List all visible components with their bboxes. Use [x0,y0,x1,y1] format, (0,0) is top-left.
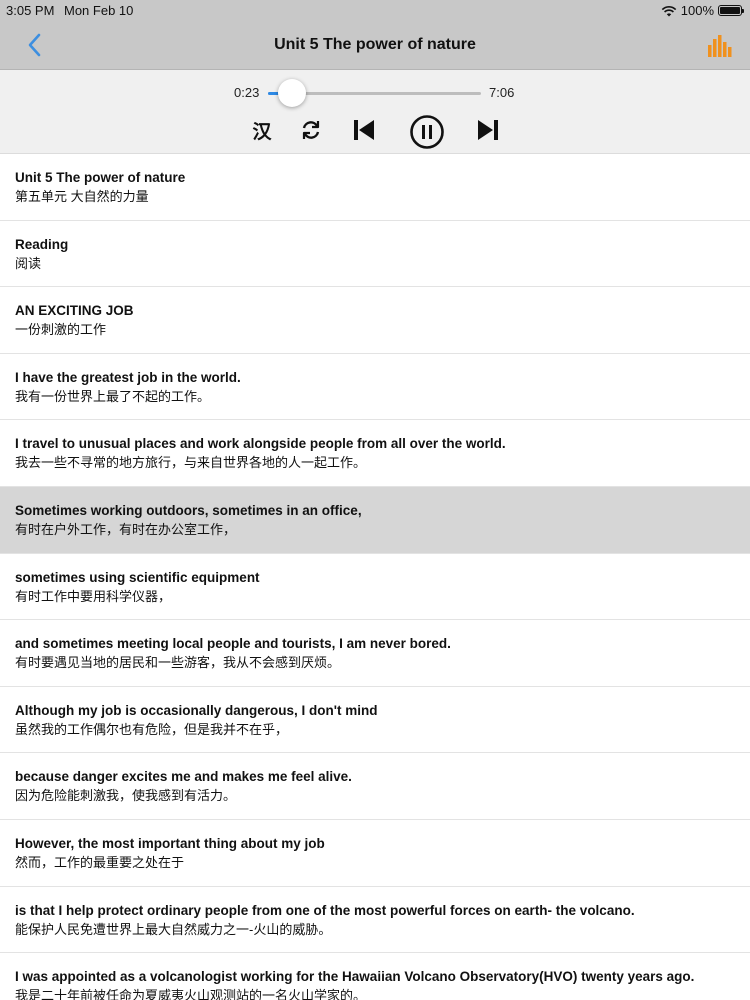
sentence-row[interactable]: I have the greatest job in the world. 我有一… [0,354,750,421]
sentence-row[interactable]: However, the most important thing about … [0,820,750,887]
sentence-row[interactable]: and sometimes meeting local people and t… [0,620,750,687]
previous-track-icon[interactable] [350,116,378,144]
battery-icon [718,5,744,16]
pause-icon[interactable] [409,114,445,150]
status-right: 100% [661,3,744,18]
progress-thumb[interactable] [277,79,306,107]
sentence-chinese: 阅读 [15,255,42,271]
sentence-chinese: 我是二十年前被任命为夏威夷火山观测站的一名火山学家的。 [15,988,367,1000]
sentence-english: sometimes using scientific equipment [15,569,260,585]
battery-percent: 100% [680,3,714,18]
status-time: 3:05 PM [6,3,55,18]
sentence-english: because danger excites me and makes me f… [15,769,352,785]
sentence-chinese: 虽然我的工作偶尔也有危险，但是我并不在乎， [15,721,289,737]
status-date: Mon Feb 10 [64,3,134,18]
chinese-toggle-button[interactable]: 汉 [248,116,276,144]
navigation-bar: Unit 5 The power of nature [0,22,750,70]
sentence-row[interactable]: Unit 5 The power of nature 第五单元 大自然的力量 [0,154,750,221]
sentence-english: I have the greatest job in the world. [15,369,241,385]
sentence-english: and sometimes meeting local people and t… [15,636,451,652]
sentence-english: I was appointed as a volcanologist worki… [15,969,695,985]
sentence-row[interactable]: AN EXCITING JOB 一份刺激的工作 [0,287,750,354]
page-title: Unit 5 The power of nature [274,36,476,53]
sentence-row[interactable]: I travel to unusual places and work alon… [0,420,750,487]
sentence-english: I travel to unusual places and work alon… [15,436,506,452]
sentence-chinese: 我去一些不寻常的地方旅行，与来自世界各地的人一起工作。 [15,455,367,471]
sentence-row[interactable]: Although my job is occasionally dangerou… [0,687,750,754]
sentence-english: Reading [15,236,69,252]
sentence-chinese: 我有一份世界上最了不起的工作。 [15,388,211,404]
sentence-list: Unit 5 The power of nature 第五单元 大自然的力量 Rea… [0,154,750,1000]
bar-chart-icon[interactable] [708,35,732,57]
next-track-icon[interactable] [474,116,502,144]
sentence-chinese: 有时在户外工作，有时在办公室工作， [15,521,237,537]
audio-player: 0:23 7:06 汉 [0,70,750,154]
sentence-row[interactable]: sometimes using scientific equipment 有时工作… [0,554,750,621]
sentence-chinese: 有时工作中要用科学仪器， [15,588,172,604]
repeat-icon[interactable] [298,116,324,144]
sentence-row[interactable]: Sometimes working outdoors, sometimes in… [0,486,750,554]
sentence-chinese: 能保护人民免遭世界上最大自然威力之一-火山的威胁。 [15,921,332,937]
sentence-chinese: 然而，工作的最重要之处在于 [15,854,185,870]
status-bar: 3:05 PM Mon Feb 10 100% [0,0,750,22]
sentence-english: AN EXCITING JOB [15,303,134,319]
sentence-chinese: 一份刺激的工作 [15,322,107,338]
current-time: 0:23 [234,85,260,100]
total-duration: 7:06 [489,85,515,100]
sentence-chinese: 因为危险能刺激我，使我感到有活力。 [15,788,237,804]
sentence-row[interactable]: I was appointed as a volcanologist worki… [0,953,750,1000]
sentence-english: Unit 5 The power of nature [15,170,186,185]
sentence-chinese: 第五单元 大自然的力量 [15,189,149,204]
sentence-english: Although my job is occasionally dangerou… [15,702,378,718]
sentence-row[interactable]: Reading 阅读 [0,221,750,288]
sentence-english: is that I help protect ordinary people f… [15,902,635,918]
sentence-row[interactable]: because danger excites me and makes me f… [0,753,750,820]
sentence-chinese: 有时要遇见当地的居民和一些游客，我从不会感到厌烦。 [15,655,341,671]
sentence-english: Sometimes working outdoors, sometimes in… [15,502,362,518]
sentence-row[interactable]: is that I help protect ordinary people f… [0,887,750,954]
wifi-icon [661,5,677,16]
sentence-english: However, the most important thing about … [15,835,325,851]
